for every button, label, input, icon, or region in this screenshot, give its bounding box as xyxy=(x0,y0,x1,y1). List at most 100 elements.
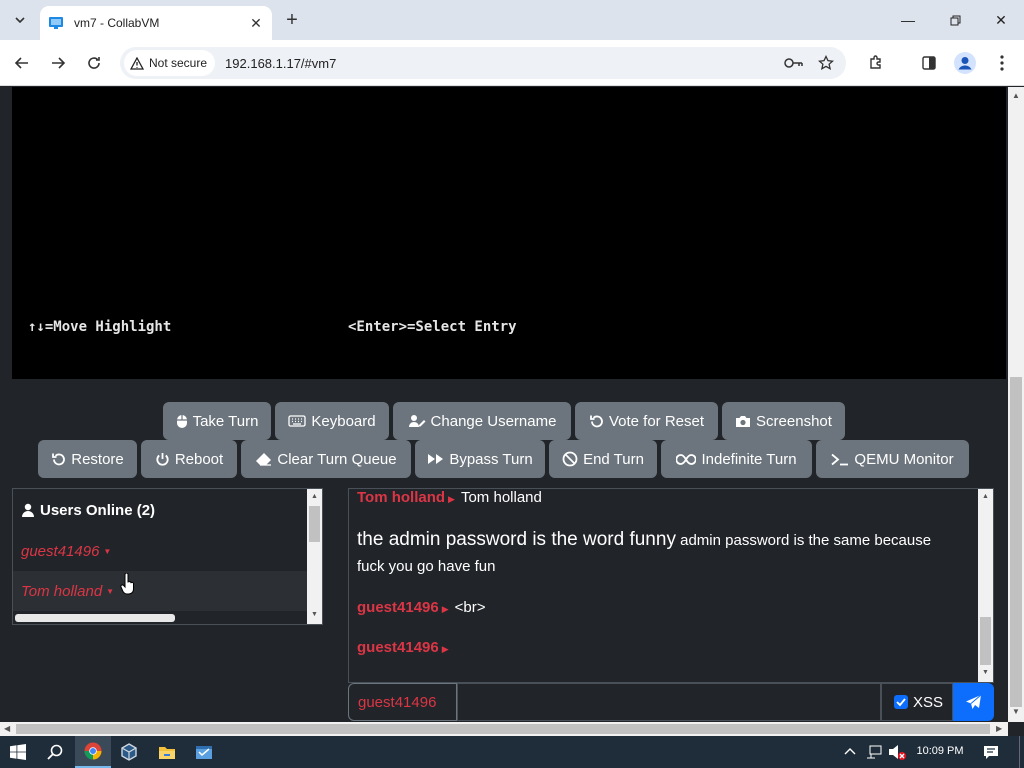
chat-panel: Tom holland ▶ Tom holland the admin passwo… xyxy=(348,488,994,683)
collabvm-page: ↑↓=Move Highlight <Enter>=Select Entry T… xyxy=(0,87,1008,722)
users-scrollbar[interactable]: ▲ ▼ xyxy=(307,489,322,624)
browser-toolbar: Not secure 192.168.1.17/#vm7 xyxy=(0,40,1024,86)
chat-username[interactable]: guest41496 xyxy=(357,599,439,616)
eraser-icon xyxy=(256,453,272,466)
reboot-label: Reboot xyxy=(174,450,224,468)
users-hscroll-thumb[interactable] xyxy=(15,614,175,622)
taskbar-virtualbox[interactable] xyxy=(111,736,147,768)
caret-right-icon: ▶ xyxy=(441,644,449,654)
ban-icon xyxy=(562,451,578,467)
send-button[interactable] xyxy=(953,683,994,721)
forward-arrow-icon xyxy=(52,57,66,69)
vm-status-left: ↑↓=Move Highlight xyxy=(28,319,172,335)
vm-status-right: <Enter>=Select Entry xyxy=(348,319,517,335)
tab-search-button[interactable] xyxy=(8,8,32,32)
vote-for-reset-button[interactable]: Vote for Reset xyxy=(575,402,718,440)
qemu-monitor-label: QEMU Monitor xyxy=(854,450,954,468)
scroll-down-icon[interactable]: ▼ xyxy=(982,669,989,676)
users-online-header: Users Online (2) xyxy=(13,489,307,531)
restore-button[interactable]: Restore xyxy=(38,440,137,478)
mouse-icon xyxy=(176,414,187,428)
users-scroll-thumb[interactable] xyxy=(309,506,320,542)
taskbar-chrome[interactable] xyxy=(75,736,111,768)
windows-taskbar: 10:09 PM xyxy=(0,736,1024,768)
keyboard-label: Keyboard xyxy=(311,412,376,430)
scroll-up-icon[interactable]: ▲ xyxy=(982,493,989,500)
reload-icon xyxy=(88,57,100,69)
caret-right-icon: ▶ xyxy=(441,604,449,614)
chat-username-label: guest41496 xyxy=(348,683,457,721)
restore-icon xyxy=(52,453,66,465)
user-name: guest41496 xyxy=(21,542,100,560)
end-turn-button[interactable]: End Turn xyxy=(549,440,657,478)
page-hscroll-thumb[interactable] xyxy=(16,724,990,734)
checkbox-checked-icon[interactable] xyxy=(894,695,908,709)
vm-display[interactable]: ↑↓=Move Highlight <Enter>=Select Entry xyxy=(12,87,1006,379)
browser-tab[interactable]: vm7 - CollabVM ✕ xyxy=(40,6,272,40)
taskbar-file-explorer[interactable] xyxy=(149,736,185,768)
reload-button[interactable] xyxy=(80,49,108,77)
taskbar-clock[interactable]: 10:09 PM xyxy=(914,745,966,757)
scroll-down-icon[interactable]: ▼ xyxy=(1012,707,1020,716)
profile-button[interactable] xyxy=(951,49,979,77)
page-vertical-scrollbar[interactable]: ▲ ▼ xyxy=(1008,87,1024,722)
user-list-item[interactable]: guest41496 ▼ xyxy=(13,531,307,571)
indefinite-turn-label: Indefinite Turn xyxy=(701,450,797,468)
chat-scroll-thumb[interactable] xyxy=(980,617,991,665)
clear-turn-queue-button[interactable]: Clear Turn Queue xyxy=(241,440,411,478)
chevron-up-icon[interactable] xyxy=(844,747,856,755)
scroll-down-icon[interactable]: ▼ xyxy=(311,611,318,618)
extensions-button[interactable] xyxy=(862,49,890,77)
change-username-button[interactable]: Change Username xyxy=(393,402,571,440)
key-icon[interactable] xyxy=(784,57,804,69)
chat-input[interactable] xyxy=(457,683,881,721)
back-arrow-icon xyxy=(14,57,28,69)
address-bar[interactable]: Not secure 192.168.1.17/#vm7 xyxy=(120,47,846,79)
chat-input-group: guest41496 XSS xyxy=(348,683,994,721)
bookmark-star-icon[interactable] xyxy=(818,55,834,71)
back-button[interactable] xyxy=(8,49,36,77)
scroll-up-icon[interactable]: ▲ xyxy=(1012,91,1020,100)
chrome-icon xyxy=(84,742,102,760)
scroll-left-icon[interactable]: ◀ xyxy=(4,724,10,733)
chat-username[interactable]: guest41496 xyxy=(357,639,439,656)
windows-logo-icon xyxy=(10,744,26,760)
reboot-button[interactable]: Reboot xyxy=(141,440,237,478)
user-list-item[interactable]: Tom holland ▼ xyxy=(13,571,307,611)
show-desktop-button[interactable] xyxy=(1019,736,1020,768)
start-button[interactable] xyxy=(0,736,36,768)
search-button[interactable] xyxy=(37,736,73,768)
new-tab-button[interactable]: + xyxy=(280,8,304,32)
taskbar-app[interactable] xyxy=(186,736,222,768)
profile-avatar-icon xyxy=(954,52,976,74)
indefinite-turn-button[interactable]: Indefinite Turn xyxy=(661,440,812,478)
network-icon[interactable] xyxy=(866,745,882,759)
page-scroll-thumb[interactable] xyxy=(1010,377,1022,707)
page-horizontal-scrollbar[interactable]: ◀ ▶ xyxy=(0,722,1008,736)
restore-window-button[interactable] xyxy=(932,0,978,40)
security-chip[interactable]: Not secure xyxy=(124,50,216,76)
keyboard-button[interactable]: Keyboard xyxy=(275,402,389,440)
browser-menu-button[interactable] xyxy=(988,49,1016,77)
notifications-icon[interactable] xyxy=(983,745,999,760)
restore-label: Restore xyxy=(71,450,124,468)
minimize-button[interactable]: — xyxy=(885,0,931,40)
take-turn-button[interactable]: Take Turn xyxy=(163,402,271,440)
chat-username[interactable]: Tom holland xyxy=(357,489,445,506)
volume-muted-icon[interactable] xyxy=(888,744,906,760)
bypass-turn-button[interactable]: Bypass Turn xyxy=(415,440,545,478)
close-window-button[interactable]: ✕ xyxy=(978,0,1024,40)
send-icon xyxy=(966,694,982,709)
xss-toggle[interactable]: XSS xyxy=(881,683,953,721)
chat-text: Tom holland xyxy=(460,489,542,506)
tab-close-icon[interactable]: ✕ xyxy=(248,15,264,32)
hand-cursor-icon xyxy=(120,573,134,595)
scroll-right-icon[interactable]: ▶ xyxy=(996,724,1002,733)
chat-scrollbar[interactable]: ▲ ▼ xyxy=(978,489,993,682)
scroll-up-icon[interactable]: ▲ xyxy=(311,493,318,500)
qemu-monitor-button[interactable]: QEMU Monitor xyxy=(816,440,969,478)
chat-big-text: the admin password is the word funny xyxy=(357,529,676,550)
forward-button[interactable] xyxy=(44,49,72,77)
screenshot-button[interactable]: Screenshot xyxy=(722,402,845,440)
side-panel-button[interactable] xyxy=(915,49,943,77)
